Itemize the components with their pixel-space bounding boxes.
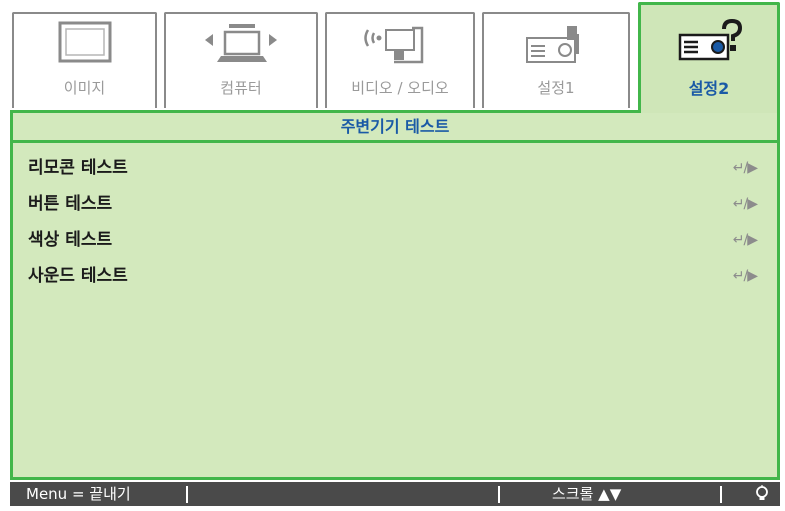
computer-icon: [203, 20, 279, 74]
divider: [186, 486, 188, 503]
menu-item-color-test[interactable]: 색상 테스트 ↵/▶: [28, 225, 758, 255]
menu-item-label: 사운드 테스트: [28, 266, 128, 286]
menu-item-label: 리모콘 테스트: [28, 158, 128, 178]
setup2-projector-icon: [672, 17, 746, 73]
tab-label: 컴퓨터: [220, 79, 262, 97]
menu-item-remote-test[interactable]: 리모콘 테스트 ↵/▶: [28, 153, 758, 183]
divider: [720, 486, 722, 503]
tab-setup1[interactable]: 설정1: [482, 12, 630, 108]
tab-label: 설정1: [537, 79, 575, 97]
scroll-hint: 스크롤 ▲▼: [552, 485, 622, 503]
footer-hint-bar: Menu = 끝내기 스크롤 ▲▼: [10, 482, 780, 506]
tab-label: 설정2: [688, 79, 730, 98]
tab-image[interactable]: 이미지: [12, 12, 157, 108]
tab-video-audio[interactable]: 비디오 / 오디오: [325, 12, 475, 108]
setup1-projector-icon: [521, 20, 591, 76]
menu-exit-hint: Menu = 끝내기: [26, 485, 131, 503]
projector-osd-menu: 이미지 컴퓨터 비디오 / 오디오 설정1 설정2 주변기기 테스트 리모콘 테…: [0, 0, 785, 511]
video-audio-icon: [360, 20, 440, 76]
enter-arrow-icon: ↵/▶: [732, 196, 758, 212]
enter-arrow-icon: ↵/▶: [732, 232, 758, 248]
enter-arrow-icon: ↵/▶: [732, 160, 758, 176]
menu-item-button-test[interactable]: 버튼 테스트 ↵/▶: [28, 189, 758, 219]
divider: [498, 486, 500, 503]
menu-item-label: 색상 테스트: [28, 230, 113, 250]
tab-label: 이미지: [63, 79, 106, 97]
enter-arrow-icon: ↵/▶: [732, 268, 758, 284]
panel-header: 주변기기 테스트: [13, 113, 777, 143]
tab-setup2[interactable]: 설정2: [638, 2, 780, 113]
image-icon: [57, 20, 113, 72]
tab-computer[interactable]: 컴퓨터: [164, 12, 318, 108]
menu-item-label: 버튼 테스트: [28, 194, 113, 214]
settings-panel: 주변기기 테스트 리모콘 테스트 ↵/▶ 버튼 테스트 ↵/▶ 색상 테스트 ↵…: [10, 110, 780, 480]
lightbulb-icon: [755, 485, 769, 510]
tab-label: 비디오 / 오디오: [351, 79, 449, 97]
menu-item-sound-test[interactable]: 사운드 테스트 ↵/▶: [28, 261, 758, 291]
